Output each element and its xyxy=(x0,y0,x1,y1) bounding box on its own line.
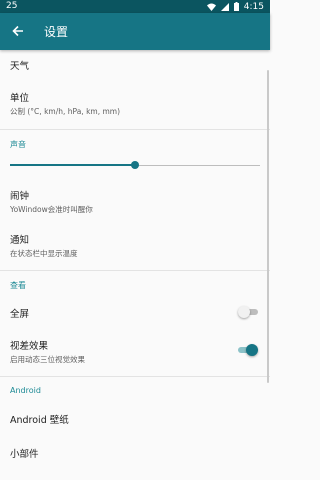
setting-weather[interactable]: 天气 xyxy=(10,58,258,72)
setting-alarm[interactable]: 闹钟 YoWindow会准时叫醒你 xyxy=(10,188,258,215)
setting-title: 小部件 xyxy=(10,449,39,460)
page-title: 设置 xyxy=(44,25,69,39)
toggle-knob xyxy=(238,306,250,318)
fullscreen-toggle[interactable] xyxy=(238,306,258,318)
slider-fill xyxy=(10,164,135,166)
divider xyxy=(0,129,270,130)
parallax-toggle[interactable] xyxy=(238,344,258,356)
toggle-knob xyxy=(246,344,258,356)
setting-title: 单位 xyxy=(10,93,30,104)
app-bar: 设置 xyxy=(0,13,270,50)
setting-units[interactable]: 单位 公制 (°C, km/h, hPa, km, mm) xyxy=(10,90,258,117)
setting-title: 视差效果 xyxy=(10,341,49,352)
wifi-icon xyxy=(206,3,216,11)
slider-thumb[interactable] xyxy=(131,161,139,169)
setting-wallpaper[interactable]: Android 壁纸 xyxy=(10,412,258,426)
setting-widgets[interactable]: 小部件 xyxy=(10,446,258,460)
divider xyxy=(0,376,270,377)
notification-icon: 25 xyxy=(6,1,18,11)
setting-title: 全屏 xyxy=(10,309,30,320)
sound-volume-slider[interactable] xyxy=(10,158,260,172)
setting-title: Android 壁纸 xyxy=(10,415,69,426)
battery-icon xyxy=(233,2,239,11)
section-header-android: Android xyxy=(10,386,41,395)
setting-title: 天气 xyxy=(10,61,30,72)
setting-title: 通知 xyxy=(10,235,30,246)
setting-summary: 启用动态三位视觉效果 xyxy=(10,355,85,364)
status-bar: 25 4:15 xyxy=(0,0,270,13)
scrollbar[interactable] xyxy=(267,70,269,383)
settings-list: 天气 单位 公制 (°C, km/h, hPa, km, mm) 声音 闹钟 Y… xyxy=(0,50,270,480)
arrow-left-icon xyxy=(12,25,23,37)
signal-icon xyxy=(220,2,229,11)
setting-title: 闹钟 xyxy=(10,191,30,202)
setting-summary: 在状态栏中显示温度 xyxy=(10,249,78,258)
setting-fullscreen[interactable]: 全屏 xyxy=(10,306,258,320)
section-header-sound: 声音 xyxy=(10,140,26,149)
setting-parallax[interactable]: 视差效果 启用动态三位视觉效果 xyxy=(10,338,258,365)
section-header-view: 查看 xyxy=(10,281,26,290)
setting-summary: 公制 (°C, km/h, hPa, km, mm) xyxy=(10,107,121,116)
back-button[interactable] xyxy=(8,21,28,41)
clock: 4:15 xyxy=(243,1,264,12)
setting-notification[interactable]: 通知 在状态栏中显示温度 xyxy=(10,232,258,259)
setting-summary: YoWindow会准时叫醒你 xyxy=(10,205,93,214)
divider xyxy=(0,270,270,271)
